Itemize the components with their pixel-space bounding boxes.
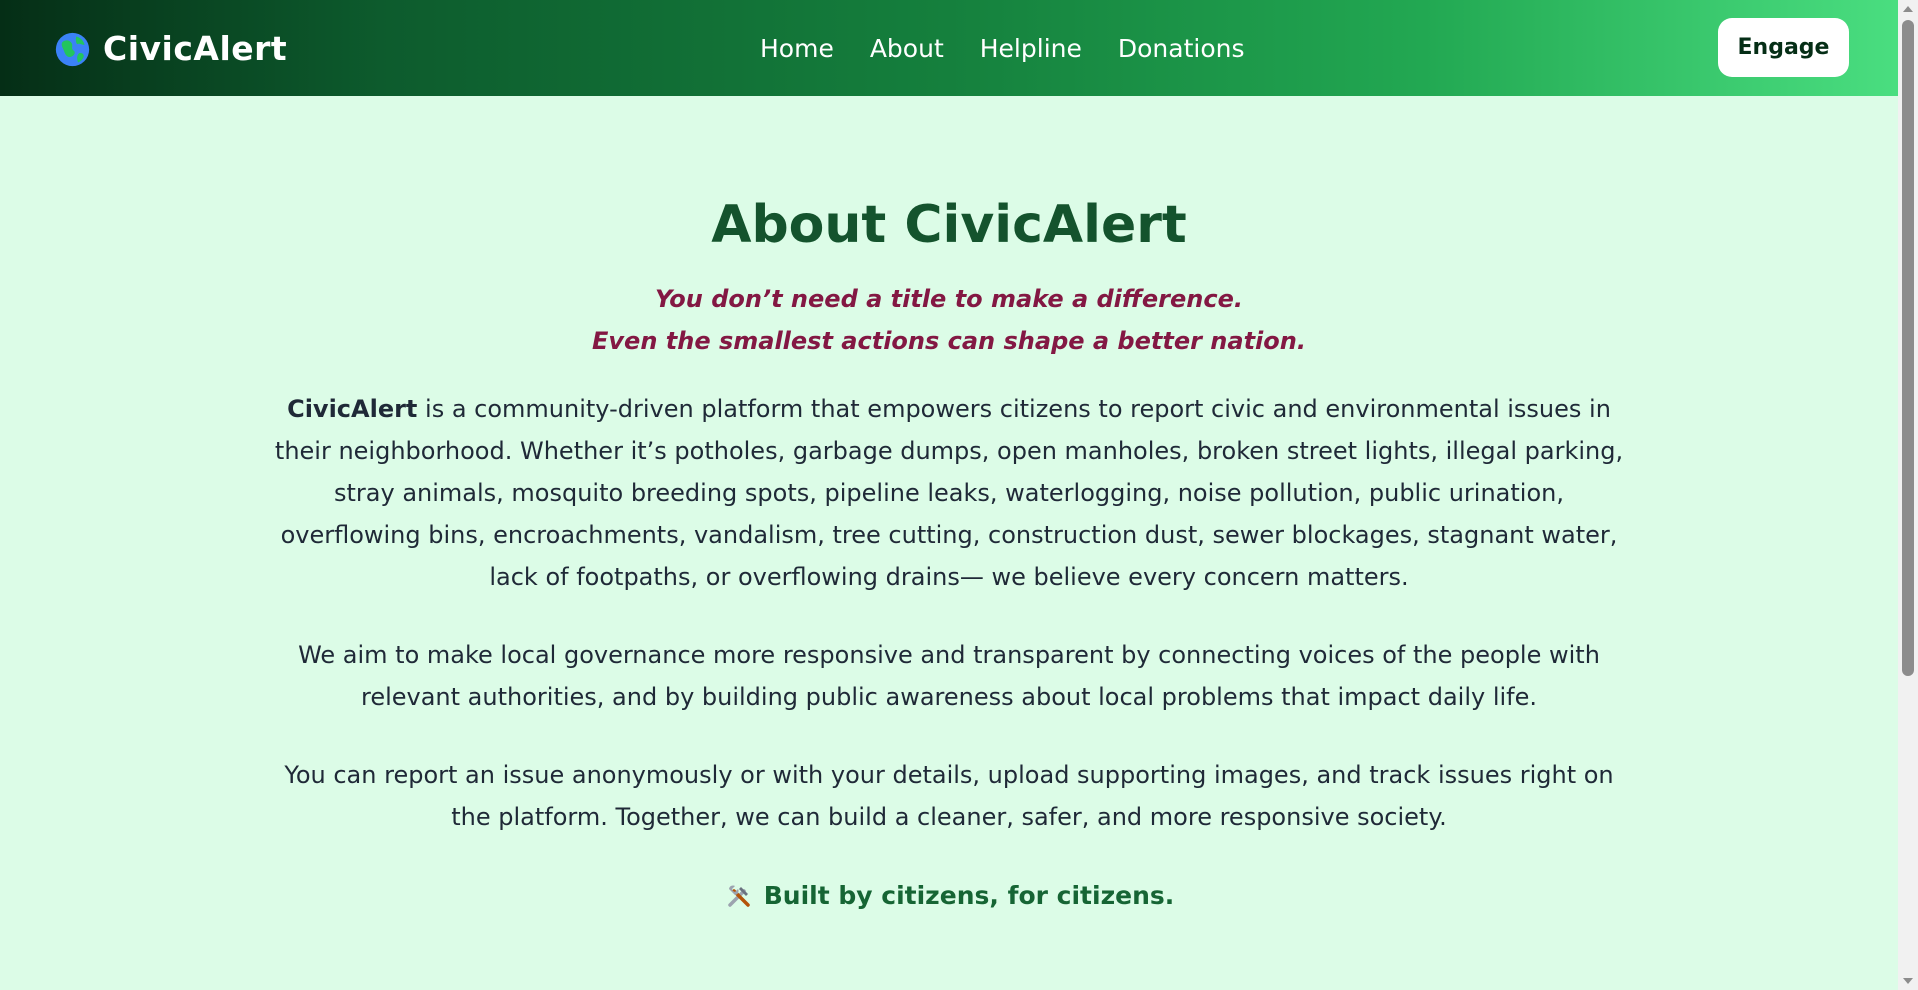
nav-link-donations[interactable]: Donations xyxy=(1118,30,1245,68)
intro-text: is a community-driven platform that empo… xyxy=(274,395,1624,591)
reporting-paragraph: You can report an issue anonymously or w… xyxy=(284,761,1614,831)
nav-link-about[interactable]: About xyxy=(870,30,944,68)
tagline-line-2: Even the smallest actions can shape a be… xyxy=(592,327,1306,355)
built-by-line: Built by citizens, for citizens. xyxy=(270,876,1628,916)
tagline-line-1: You don’t need a title to make a differe… xyxy=(655,285,1243,313)
page-title: About CivicAlert xyxy=(711,195,1187,255)
intro-brand-name: CivicAlert xyxy=(287,395,418,423)
nav-link-home[interactable]: Home xyxy=(760,30,834,68)
engage-button[interactable]: Engage xyxy=(1718,18,1849,77)
about-section: About CivicAlert You don’t need a title … xyxy=(270,186,1628,916)
brand-name: CivicAlert xyxy=(103,29,288,68)
scroll-thumb[interactable] xyxy=(1902,20,1914,676)
tools-icon xyxy=(727,885,750,907)
nav-links: Home About Helpline Donations xyxy=(760,30,1245,68)
mission-paragraph: We aim to make local governance more res… xyxy=(298,641,1600,711)
intro-paragraph: CivicAlert is a community-driven platfor… xyxy=(270,388,1628,598)
scrollbar[interactable] xyxy=(1898,0,1918,990)
globe-icon xyxy=(55,32,90,66)
navbar: CivicAlert Home About Helpline Donations… xyxy=(0,0,1898,96)
brand-logo[interactable]: CivicAlert xyxy=(54,30,287,68)
scroll-up-arrow-icon[interactable] xyxy=(1903,6,1913,12)
nav-link-helpline[interactable]: Helpline xyxy=(980,30,1082,68)
built-by-text: Built by citizens, for citizens. xyxy=(763,881,1175,910)
scroll-down-arrow-icon[interactable] xyxy=(1903,978,1913,984)
tagline: You don’t need a title to make a differe… xyxy=(270,278,1628,362)
